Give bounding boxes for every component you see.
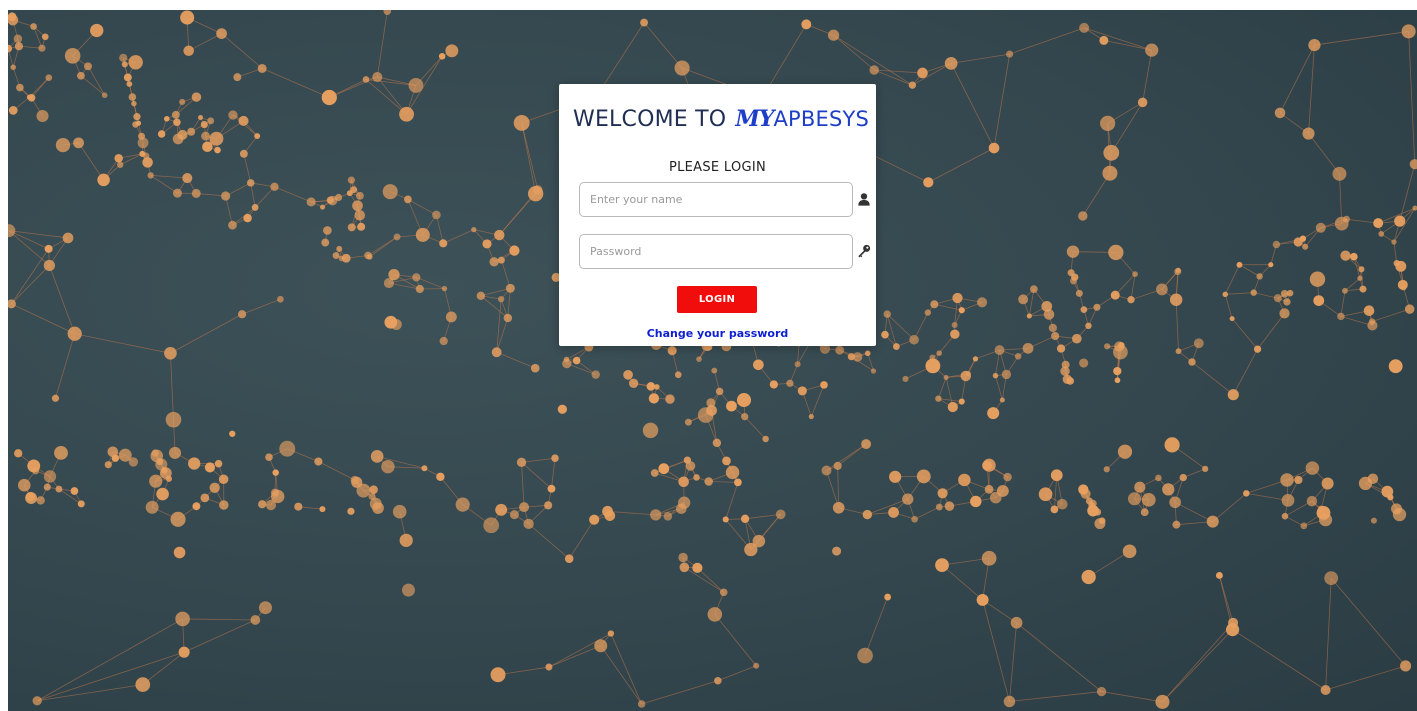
change-password-link[interactable]: Change your password <box>559 327 876 340</box>
password-input[interactable] <box>579 234 853 269</box>
brand-logo-name: APBESYS <box>773 107 870 131</box>
welcome-heading: WELCOME TO MYAPBESYS <box>573 106 873 132</box>
brand-logo-my: MY <box>735 106 774 132</box>
user-icon <box>858 193 870 206</box>
username-input[interactable] <box>579 182 853 217</box>
key-icon <box>858 244 871 258</box>
login-button[interactable]: LOGIN <box>677 286 757 313</box>
login-subtitle: PLEASE LOGIN <box>668 160 767 175</box>
welcome-prefix: WELCOME TO <box>573 107 727 132</box>
login-card: WELCOME TO MYAPBESYS PLEASE LOGIN LOGIN … <box>559 84 876 346</box>
